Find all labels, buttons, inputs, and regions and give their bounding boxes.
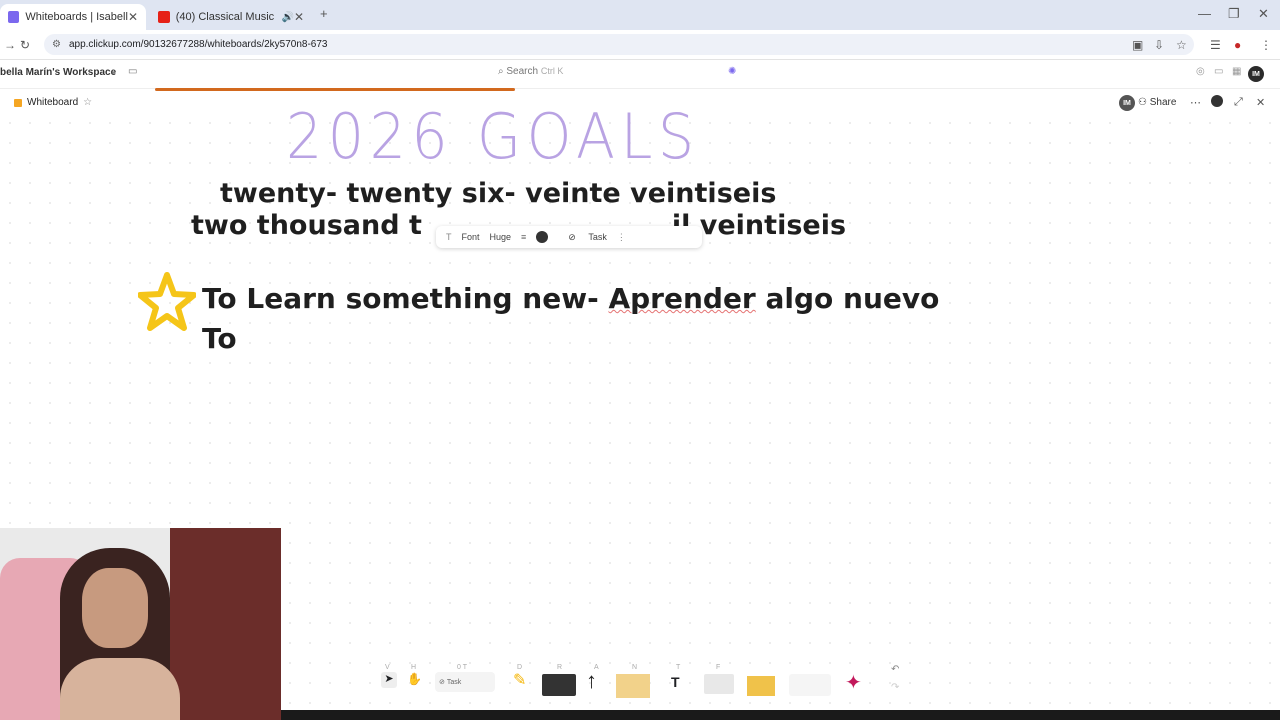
screen-icon[interactable]: ▭	[1214, 66, 1223, 77]
hand-tool-icon[interactable]: ✋	[407, 672, 422, 686]
select-tool-icon[interactable]: ➤	[381, 672, 397, 688]
task-tool[interactable]: ⊘ Task	[435, 672, 495, 692]
desktop-taskbar-strip	[281, 710, 1280, 720]
minimize-icon[interactable]: —	[1198, 6, 1211, 21]
shortcut-key: N	[632, 664, 638, 671]
shortcut-key: F	[716, 664, 721, 671]
share-icon: ⚇	[1138, 97, 1147, 108]
task-tool-label: Task	[446, 678, 462, 686]
profile-icon[interactable]: ●	[1234, 38, 1241, 52]
text-format-toolbar: T Font Huge ≡ ⊘ Task ⋮	[436, 226, 702, 248]
goal-2-text[interactable]: To	[202, 322, 237, 355]
shortcut-key: H	[411, 664, 417, 671]
sticky-note-tool-icon[interactable]	[616, 674, 650, 698]
whiteboard-icon	[14, 98, 22, 107]
page-title: Whiteboard	[27, 97, 79, 108]
bookmark-star-icon[interactable]: ☆	[1176, 38, 1187, 52]
task-label: Task	[588, 231, 607, 242]
apps-icon[interactable]: ▦	[1232, 66, 1241, 77]
url-field[interactable]: ⚙ app.clickup.com/90132677288/whiteboard…	[44, 34, 1194, 55]
calendar-icon[interactable]: ▭	[128, 66, 137, 77]
clickup-favicon-icon	[8, 11, 20, 23]
expand-icon[interactable]: ⤢	[1234, 96, 1243, 109]
forward-icon[interactable]: →	[4, 38, 16, 52]
new-tab-button[interactable]: +	[320, 6, 328, 21]
task-icon: ⊘	[568, 231, 576, 242]
shape-tool-icon[interactable]	[542, 674, 576, 696]
check-icon[interactable]: ◎	[1196, 66, 1205, 77]
body-shape	[60, 658, 180, 720]
color-picker[interactable]	[536, 231, 549, 243]
font-dropdown[interactable]: Font	[462, 232, 480, 242]
more-options-icon[interactable]: ⋯	[1190, 96, 1201, 109]
shortcut-key: T	[676, 664, 681, 671]
close-tab-icon[interactable]: ✕	[128, 10, 138, 24]
search-bar[interactable]: ⌕ Search Ctrl K	[498, 66, 563, 77]
redo-icon[interactable]: ↷	[891, 682, 899, 693]
reload-icon[interactable]: ↻	[20, 38, 30, 52]
goals-heading[interactable]: 2026 GOALS	[286, 100, 700, 173]
speaker-icon[interactable]: 🔊	[281, 12, 293, 23]
avatar[interactable]: IM	[1248, 66, 1264, 82]
restore-icon[interactable]: ❐	[1228, 6, 1240, 22]
text-line-2-start: two thousand t	[191, 210, 422, 241]
favorite-star-icon[interactable]: ☆	[83, 97, 92, 108]
record-icon[interactable]	[1211, 95, 1223, 107]
cast-icon[interactable]: ▣	[1132, 38, 1143, 52]
browser-tab-bar: Whiteboards | Isabella Marín's W ✕ (40) …	[0, 0, 1280, 30]
close-window-icon[interactable]: ✕	[1258, 6, 1269, 22]
tab-whiteboards[interactable]: Whiteboards | Isabella Marín's W ✕	[0, 4, 146, 30]
close-icon[interactable]: ✕	[1256, 96, 1265, 109]
shortcut-key: V	[385, 664, 390, 671]
shortcut-key: 0 T	[457, 664, 467, 671]
text-tool-icon[interactable]: T	[671, 674, 680, 690]
tab-title: Whiteboards | Isabella Marín's W	[25, 11, 128, 23]
address-bar: → ↻ ⚙ app.clickup.com/90132677288/whiteb…	[0, 30, 1280, 60]
share-button[interactable]: ⚇ Share	[1138, 97, 1176, 108]
size-dropdown[interactable]: Huge	[490, 232, 512, 242]
site-info-icon[interactable]: ⚙	[52, 39, 61, 50]
close-tab-icon[interactable]: ✕	[294, 10, 304, 24]
templates-tool-icon[interactable]	[789, 674, 831, 696]
webcam-overlay	[0, 528, 281, 720]
tab-music[interactable]: (40) Classical Music for Stu 🔊 ✕	[150, 4, 312, 30]
youtube-favicon-icon	[158, 11, 170, 23]
bottom-toolbar: V H 0 T D R A N T F ➤ ✋ ⊘ Task ✎ ↑ T ✦ ↶…	[375, 664, 905, 704]
apps-tool-icon[interactable]: ✦	[845, 670, 862, 695]
url-text: app.clickup.com/90132677288/whiteboards/…	[68, 39, 328, 50]
search-icon: ⌕	[498, 66, 504, 77]
task-button[interactable]: ⊘ Task	[558, 232, 607, 243]
tab-title: (40) Classical Music for Stu	[175, 11, 278, 23]
goal-1-part-b: Aprender	[608, 282, 756, 315]
text-type-dropdown[interactable]: T	[446, 232, 452, 242]
goal-1-part-a: To Learn something new-	[202, 282, 609, 315]
image-tool-icon[interactable]	[747, 676, 775, 696]
star-drawing[interactable]	[138, 272, 196, 332]
frame-tool-icon[interactable]	[704, 674, 734, 694]
face-shape	[82, 568, 148, 648]
menu-icon[interactable]: ⋮	[1260, 38, 1272, 52]
clickup-header: bella Marín's Workspace ⌄ ▭ ⌕ Search Ctr…	[0, 60, 1280, 89]
collaborator-avatar[interactable]: IM	[1119, 95, 1135, 111]
ai-sparkle-icon[interactable]: ✺	[728, 66, 736, 77]
workspace-switcher[interactable]: bella Marín's Workspace	[0, 67, 116, 78]
align-icon[interactable]: ≡	[521, 232, 526, 242]
undo-icon[interactable]: ↶	[891, 664, 899, 675]
extensions-icon[interactable]: ☰	[1210, 38, 1221, 52]
install-icon[interactable]: ⇩	[1154, 38, 1164, 52]
shortcut-key: R	[557, 664, 563, 671]
goal-1-text[interactable]: To Learn something new- Aprender algo nu…	[202, 282, 939, 315]
arrow-tool-icon[interactable]: ↑	[586, 668, 597, 694]
search-placeholder: Search	[506, 66, 539, 77]
pen-tool-icon[interactable]: ✎	[513, 670, 526, 690]
goal-1-part-c: algo nuevo	[755, 282, 940, 315]
chevron-down-icon[interactable]: ⌄	[110, 66, 118, 77]
share-label: Share	[1149, 97, 1177, 108]
orange-drawn-line	[155, 88, 515, 91]
search-shortcut: Ctrl K	[540, 66, 564, 76]
more-icon[interactable]: ⋮	[617, 232, 626, 243]
whiteboard-breadcrumb[interactable]: Whiteboard ☆	[14, 97, 92, 108]
task-icon: ⊘	[439, 679, 447, 686]
text-line-1[interactable]: twenty- twenty six- veinte veintiseis	[220, 178, 776, 209]
